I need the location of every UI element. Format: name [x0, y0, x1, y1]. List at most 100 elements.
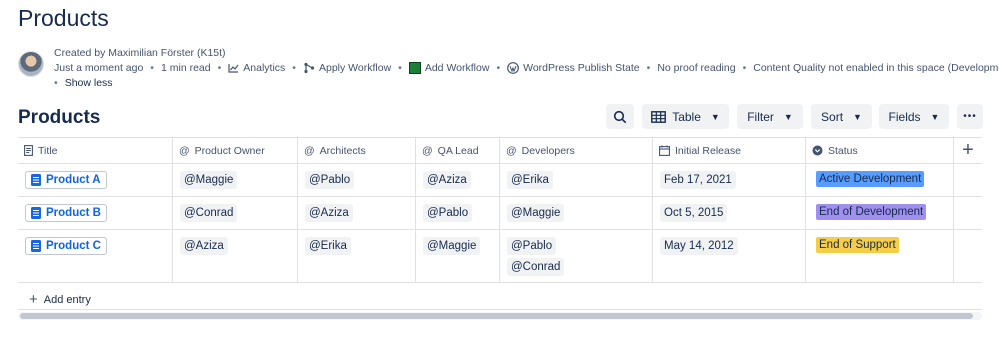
table-header-row: Title @ Product Owner @ Architects @ QA … — [18, 137, 982, 164]
sort-label: Sort — [821, 109, 844, 124]
fields-button[interactable]: Fields ▼ — [879, 104, 949, 129]
add-workflow-label: Add Workflow — [424, 62, 490, 74]
row-title-label: Product A — [46, 174, 101, 186]
column-label: QA Lead — [437, 144, 479, 157]
author-avatar[interactable] — [18, 51, 44, 77]
date-value[interactable]: Oct 5, 2015 — [660, 204, 728, 222]
analytics-icon — [228, 64, 239, 73]
wordpress-link[interactable]: WordPress Publish State — [507, 62, 640, 74]
column-header-architects[interactable]: @ Architects — [298, 138, 416, 163]
row-title-button[interactable]: Product A — [25, 171, 107, 189]
column-header-title[interactable]: Title — [18, 138, 173, 163]
document-icon — [31, 174, 41, 186]
document-icon — [31, 207, 41, 219]
mention-icon: @ — [506, 144, 517, 157]
table-row: Product C @Aziza @Erika @Maggie @Pablo @… — [18, 230, 982, 283]
wordpress-label: WordPress Publish State — [523, 62, 640, 74]
column-label: Initial Release — [675, 144, 741, 157]
apply-workflow-link[interactable]: Apply Workflow — [303, 62, 391, 74]
apply-workflow-label: Apply Workflow — [318, 62, 392, 74]
created-by[interactable]: Created by Maximilian Förster (K15t) — [54, 47, 226, 59]
analytics-label: Analytics — [243, 62, 286, 74]
page-title: Products — [18, 5, 109, 31]
row-title-button[interactable]: Product C — [25, 237, 107, 255]
wordpress-icon — [507, 62, 520, 74]
mention-icon: @ — [422, 144, 433, 157]
plus-icon: + — [29, 291, 38, 308]
sort-button[interactable]: Sort ▼ — [811, 104, 872, 129]
date-value[interactable]: May 14, 2012 — [660, 237, 738, 255]
filter-label: Filter — [747, 109, 774, 124]
column-label: Developers — [521, 144, 575, 157]
chevron-down-icon: ▼ — [930, 111, 940, 122]
mention-chip[interactable]: @Erika — [305, 237, 351, 255]
show-less-link[interactable]: Show less — [65, 77, 113, 89]
mention-chip[interactable]: @Aziza — [423, 171, 471, 189]
add-workflow-icon — [408, 62, 421, 74]
filter-button[interactable]: Filter ▼ — [737, 104, 803, 129]
mention-icon: @ — [304, 144, 315, 157]
page-icon — [24, 145, 33, 156]
mention-chip[interactable]: @Aziza — [305, 204, 353, 222]
mention-chip[interactable]: @Maggie — [423, 237, 481, 255]
mention-chip[interactable]: @Conrad — [507, 258, 565, 276]
column-label: Architects — [319, 144, 366, 157]
status-lozenge[interactable]: End of Development — [816, 204, 927, 220]
column-label: Product Owner — [194, 144, 265, 157]
column-label: Status — [828, 144, 858, 157]
status-lozenge[interactable]: Active Development — [816, 171, 925, 187]
mention-chip[interactable]: @Maggie — [507, 204, 565, 222]
database-title: Products — [18, 107, 101, 128]
mention-chip[interactable]: @Maggie — [180, 171, 238, 189]
view-switcher-button[interactable]: Table ▼ — [642, 104, 729, 129]
chevron-down-icon: ▼ — [853, 111, 862, 122]
chevron-down-icon: ▼ — [783, 111, 793, 122]
chevron-down-icon: ▼ — [710, 111, 720, 122]
column-header-status[interactable]: Status — [806, 138, 954, 163]
table-row: Product B @Conrad @Aziza @Pablo @Maggie … — [18, 197, 982, 230]
content-quality-status: Content Quality not enabled in this spac… — [753, 62, 999, 74]
divider — [18, 309, 982, 310]
view-label: Table — [672, 109, 701, 124]
row-title-label: Product C — [46, 240, 101, 252]
workflow-icon — [304, 62, 315, 74]
status-icon — [812, 145, 823, 156]
read-time: 1 min read — [160, 62, 211, 74]
add-column-button[interactable]: + — [954, 138, 982, 163]
add-entry-label: Add entry — [43, 293, 91, 306]
search-icon — [613, 110, 627, 123]
more-actions-button[interactable]: ••• — [957, 104, 983, 129]
column-label: Title — [38, 144, 58, 157]
table-icon — [651, 110, 667, 123]
analytics-link[interactable]: Analytics — [228, 62, 285, 74]
row-title-button[interactable]: Product B — [25, 204, 107, 222]
show-less-row: • Show less — [54, 77, 113, 89]
more-icon: ••• — [963, 111, 977, 122]
document-icon — [31, 240, 41, 252]
row-title-label: Product B — [46, 207, 101, 219]
plus-icon: + — [962, 139, 974, 161]
mention-chip[interactable]: @Pablo — [423, 204, 473, 222]
mention-icon: @ — [179, 144, 190, 157]
column-header-qa-lead[interactable]: @ QA Lead — [416, 138, 500, 163]
meta-bar: Just a moment ago • 1 min read • Analytics… — [54, 62, 999, 74]
column-header-initial-release[interactable]: Initial Release — [653, 138, 806, 163]
fields-label: Fields — [888, 109, 921, 124]
table-row: Product A @Maggie @Pablo @Aziza @Erika F… — [18, 164, 982, 197]
status-lozenge[interactable]: End of Support — [816, 237, 899, 253]
mention-chip[interactable]: @Conrad — [180, 204, 238, 222]
mention-chip[interactable]: @Aziza — [180, 237, 228, 255]
search-button[interactable] — [606, 104, 634, 129]
date-value[interactable]: Feb 17, 2021 — [660, 171, 736, 189]
last-modified: Just a moment ago — [54, 62, 144, 74]
add-workflow-link[interactable]: Add Workflow — [408, 62, 490, 74]
column-header-product-owner[interactable]: @ Product Owner — [173, 138, 298, 163]
mention-chip[interactable]: @Pablo — [507, 237, 557, 255]
horizontal-scrollbar-thumb[interactable] — [20, 313, 973, 319]
add-entry-button[interactable]: + Add entry — [29, 291, 91, 308]
calendar-icon — [659, 145, 670, 156]
proof-reading-status[interactable]: No proof reading — [657, 62, 735, 74]
column-header-developers[interactable]: @ Developers — [500, 138, 653, 163]
mention-chip[interactable]: @Erika — [507, 171, 553, 189]
mention-chip[interactable]: @Pablo — [305, 171, 355, 189]
